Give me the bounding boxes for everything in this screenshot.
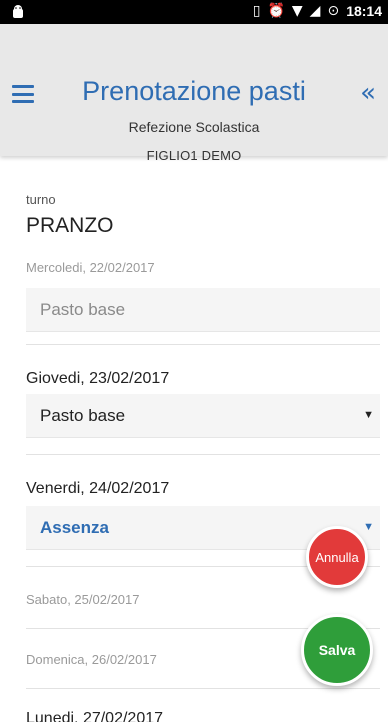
dropdown-arrow-icon: ▼ <box>363 521 374 533</box>
double-chevron-left-icon[interactable]: « <box>360 78 376 108</box>
divider <box>26 454 380 455</box>
day-label-thursday: Giovedi, 23/02/2017 <box>26 370 170 387</box>
day-label-wednesday: Mercoledi, 22/02/2017 <box>26 260 155 275</box>
status-icons: ▯ ⏰ ▼ ◢ ⊙ 18:14 <box>253 3 382 19</box>
child-name: FIGLIO1 DEMO <box>146 148 242 163</box>
cancel-button[interactable]: Annulla <box>306 526 368 588</box>
turno-value: PRANZO <box>26 214 114 237</box>
cancel-button-label: Annulla <box>315 549 359 565</box>
save-button-label: Salva <box>318 642 356 658</box>
day-label-monday: Lunedi, 27/02/2017 <box>26 710 164 722</box>
meal-field-wednesday: Pasto base <box>26 288 380 332</box>
app-header: Prenotazione pasti « Refezione Scolastic… <box>0 24 388 163</box>
menu-icon[interactable] <box>12 85 34 103</box>
signal-icon: ◢ <box>309 3 321 19</box>
day-label-friday: Venerdi, 24/02/2017 <box>26 480 170 497</box>
wifi-icon: ▼ <box>291 3 303 19</box>
status-time: 18:14 <box>346 3 382 19</box>
vibrate-icon: ▯ <box>252 3 261 19</box>
meal-select-thursday[interactable]: Pasto base ▼ <box>26 394 380 438</box>
status-bar: ▯ ⏰ ▼ ◢ ⊙ 18:14 <box>0 0 388 24</box>
header-subtitle: Refezione Scolastica <box>128 119 260 135</box>
turno-label: turno <box>26 192 56 207</box>
sync-icon: ⊙ <box>327 3 340 19</box>
dropdown-arrow-icon: ▼ <box>363 409 374 421</box>
meal-value: Assenza <box>40 517 109 537</box>
android-icon <box>13 5 23 18</box>
meal-value: Pasto base <box>40 299 126 319</box>
alarm-icon: ⏰ <box>267 3 285 19</box>
save-button[interactable]: Salva <box>301 614 373 686</box>
divider <box>26 688 380 689</box>
meal-value: Pasto base <box>40 405 126 425</box>
divider <box>26 344 380 345</box>
day-label-sunday: Domenica, 26/02/2017 <box>26 652 157 667</box>
page-title: Prenotazione pasti <box>82 76 306 106</box>
day-label-saturday: Sabato, 25/02/2017 <box>26 592 140 607</box>
